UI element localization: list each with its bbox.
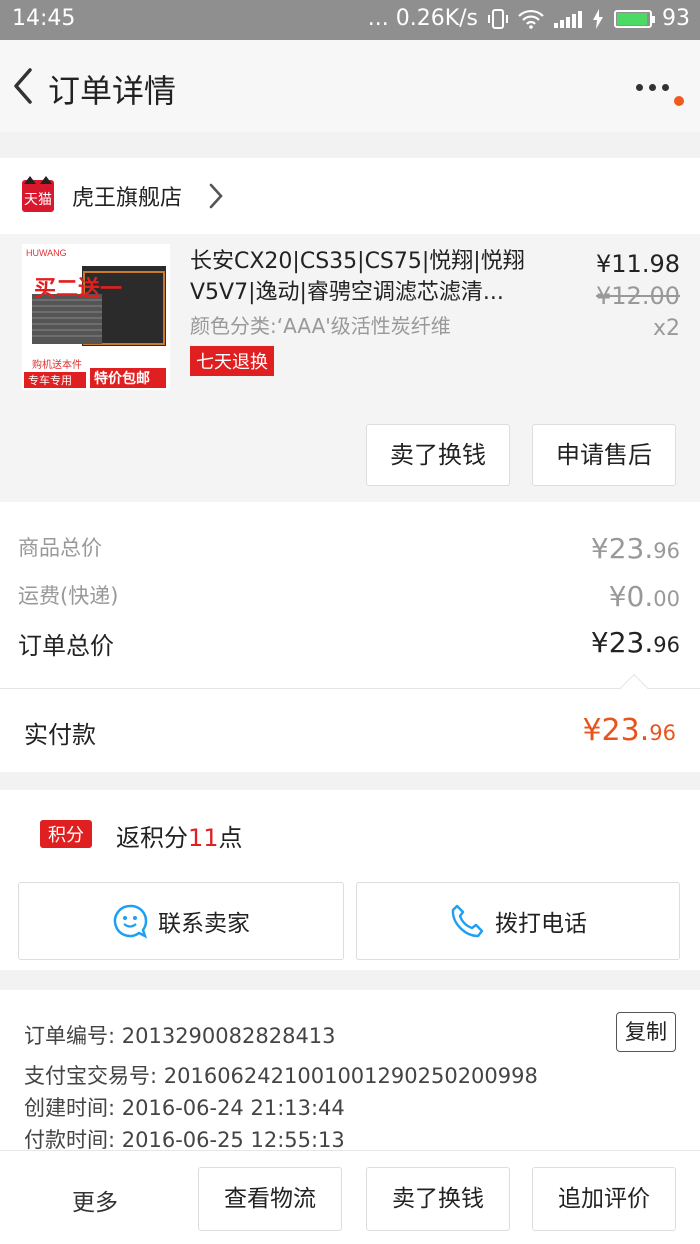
actual-payment-value: ¥23.96 xyxy=(582,713,676,748)
image-promo-main: 买二送一 xyxy=(34,276,122,301)
call-label: 拨打电话 xyxy=(495,911,587,937)
call-button[interactable]: 拨打电话 xyxy=(356,882,680,960)
points-contact-section: 积分 返积分11点 联系卖家 拨打电话 xyxy=(0,790,700,970)
charging-icon xyxy=(593,8,603,29)
sell-button[interactable]: 卖了换钱 xyxy=(366,424,510,486)
product-item[interactable]: HUWANG 买二送一 购机送本件 专车专用 特价包邮 长安CX20|CS35|… xyxy=(0,234,700,502)
contact-seller-button[interactable]: 联系卖家 xyxy=(18,882,344,960)
chevron-right-icon xyxy=(209,183,223,209)
network-speed: ... 0.26K/s xyxy=(367,6,478,31)
product-quantity: x2 xyxy=(652,316,680,341)
order-number: 订单编号: 2013290082828413 xyxy=(24,1024,336,1048)
points-count: 11 xyxy=(188,824,219,852)
after-sales-button[interactable]: 申请售后 xyxy=(532,424,676,486)
status-icons: ... 0.26K/s 93 xyxy=(368,6,690,31)
copy-button[interactable]: 复制 xyxy=(616,1012,676,1052)
image-promo-small: 购机送本件 xyxy=(32,358,82,371)
order-info: 订单编号: 2013290082828413 复制 支付宝交易号: 201606… xyxy=(0,990,700,1152)
points-text: 返积分11点 xyxy=(116,824,243,852)
status-time: 14:45 xyxy=(12,6,76,31)
shop-name: 虎王旗舰店 xyxy=(72,186,183,211)
back-icon[interactable] xyxy=(8,64,38,108)
bottom-sell-button[interactable]: 卖了换钱 xyxy=(366,1167,510,1231)
svg-text:专车专用: 专车专用 xyxy=(28,373,72,387)
wifi-icon xyxy=(518,9,544,29)
bottom-action-bar: 更多 查看物流 卖了换钱 追加评价 xyxy=(0,1150,700,1244)
more-button[interactable]: 更多 xyxy=(72,1183,118,1217)
contact-seller-label: 联系卖家 xyxy=(158,911,250,937)
price-summary: 商品总价 ¥23.96 运费(快递) ¥0.00 订单总价 ¥23.96 xyxy=(0,502,700,688)
add-review-button[interactable]: 追加评价 xyxy=(532,1167,676,1231)
points-badge: 积分 xyxy=(40,820,92,848)
page-header: 订单详情 xyxy=(0,40,700,132)
svg-text:特价包邮: 特价包邮 xyxy=(94,370,150,386)
view-logistics-button[interactable]: 查看物流 xyxy=(198,1167,342,1231)
signal-icon xyxy=(554,10,582,28)
notification-dot xyxy=(674,96,684,106)
product-image: HUWANG 买二送一 购机送本件 专车专用 特价包邮 xyxy=(22,244,170,390)
page-title: 订单详情 xyxy=(48,72,177,110)
goods-total-label: 商品总价 xyxy=(18,536,102,560)
product-title[interactable]: 长安CX20|CS35|CS75|悦翔|悦翔V5V7|逸动|睿骋空调滤芯滤清..… xyxy=(190,246,570,308)
tmall-icon: 天猫 xyxy=(22,176,54,212)
more-menu-icon[interactable] xyxy=(636,70,670,100)
product-price: ¥11.98 xyxy=(596,250,680,278)
status-bar: 14:45 ... 0.26K/s 93 xyxy=(0,0,700,40)
shipping-value: ¥0.00 xyxy=(608,580,680,613)
image-brand-text: HUWANG xyxy=(26,248,67,258)
created-time: 创建时间: 2016-06-24 21:13:44 xyxy=(24,1096,345,1120)
battery-icon xyxy=(614,9,655,28)
goods-total-value: ¥23.96 xyxy=(590,532,680,565)
actual-payment-row: 实付款 ¥23.96 xyxy=(0,673,700,772)
shipping-label: 运费(快递) xyxy=(18,584,119,608)
shop-row[interactable]: 天猫 虎王旗舰店 xyxy=(0,158,700,234)
product-spec: 颜色分类:‘AAA'级活性炭纤维 xyxy=(190,314,451,338)
actual-payment-label: 实付款 xyxy=(24,721,96,749)
product-original-price: ¥12.00 xyxy=(596,282,680,310)
alipay-transaction-number: 支付宝交易号: 2016062421001001290250200998 xyxy=(24,1064,538,1088)
phone-icon xyxy=(451,904,484,938)
chat-bubble-icon xyxy=(113,904,148,939)
order-total-label: 订单总价 xyxy=(18,632,114,660)
return-badge: 七天退换 xyxy=(190,346,274,376)
order-total-value: ¥23.96 xyxy=(590,626,680,659)
vibrate-icon xyxy=(488,8,508,29)
battery-level: 93 xyxy=(662,6,690,31)
